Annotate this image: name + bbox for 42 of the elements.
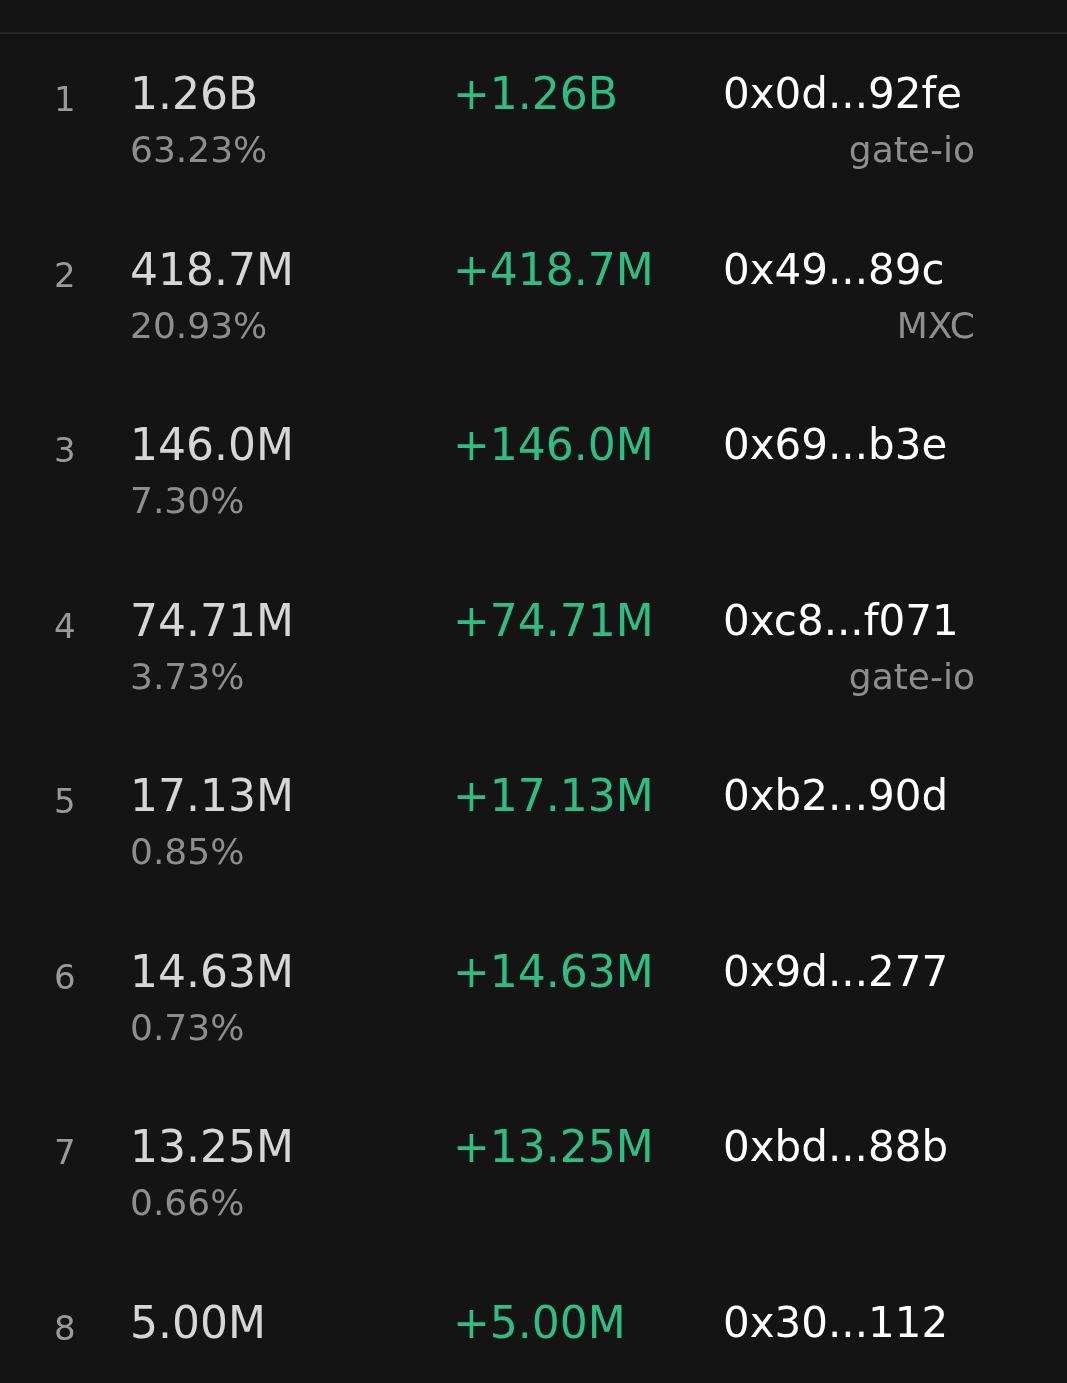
holding-amount: 13.25M [130,1120,295,1174]
holding-share: 20.93% [130,307,269,344]
rank-number: 7 [53,1131,77,1169]
holding-amount: 74.71M [130,593,295,648]
holding-change: +418.7M [453,242,655,297]
holding-change: +5.00M [453,1295,627,1350]
holding-amount: 418.7M [130,242,295,297]
holding-amount: 17.13M [130,769,295,823]
holding-share: 0.66% [130,1185,246,1221]
wallet-address[interactable]: 0x69...b3e [723,415,948,475]
holding-change: +17.13M [453,769,655,823]
rank-number: 6 [53,955,77,994]
wallet-address[interactable]: 0x0d...92fe [723,64,963,124]
address-label: MXC [896,307,975,344]
holding-share: 7.30% [130,483,246,519]
holding-share: 0.85% [130,834,246,870]
rank-number: 3 [53,429,77,467]
rank-number: 1 [53,78,77,116]
holding-amount: 146.0M [130,418,295,472]
holding-amount: 5.00M [130,1295,267,1350]
holding-change: +14.63M [453,944,655,999]
wallet-address[interactable]: 0xbd...88b [723,1117,949,1177]
holding-share: 63.23% [130,132,269,168]
rank-number: 5 [53,780,77,818]
holding-amount: 14.63M [130,944,295,999]
holding-change: +146.0M [453,418,655,472]
wallet-address[interactable]: 0xc8...f071 [723,590,959,651]
wallet-address[interactable]: 0xb2...90d [723,766,949,826]
wallet-address[interactable]: 0x30...112 [723,1292,949,1353]
holding-share: 3.73% [130,658,246,695]
wallet-address[interactable]: 0x9d...277 [723,941,949,1002]
address-label: gate-io [848,132,975,168]
holding-change: +13.25M [453,1120,655,1174]
rank-number: 8 [53,1306,77,1345]
wallet-address[interactable]: 0x49...89c [723,239,945,300]
holding-share: 0.73% [130,1009,246,1046]
holding-change: +1.26B [453,67,620,121]
holding-change: +74.71M [453,593,655,648]
holding-amount: 1.26B [130,67,260,121]
rank-number: 2 [53,253,77,292]
rank-number: 4 [53,604,77,643]
address-label: gate-io [848,658,975,695]
